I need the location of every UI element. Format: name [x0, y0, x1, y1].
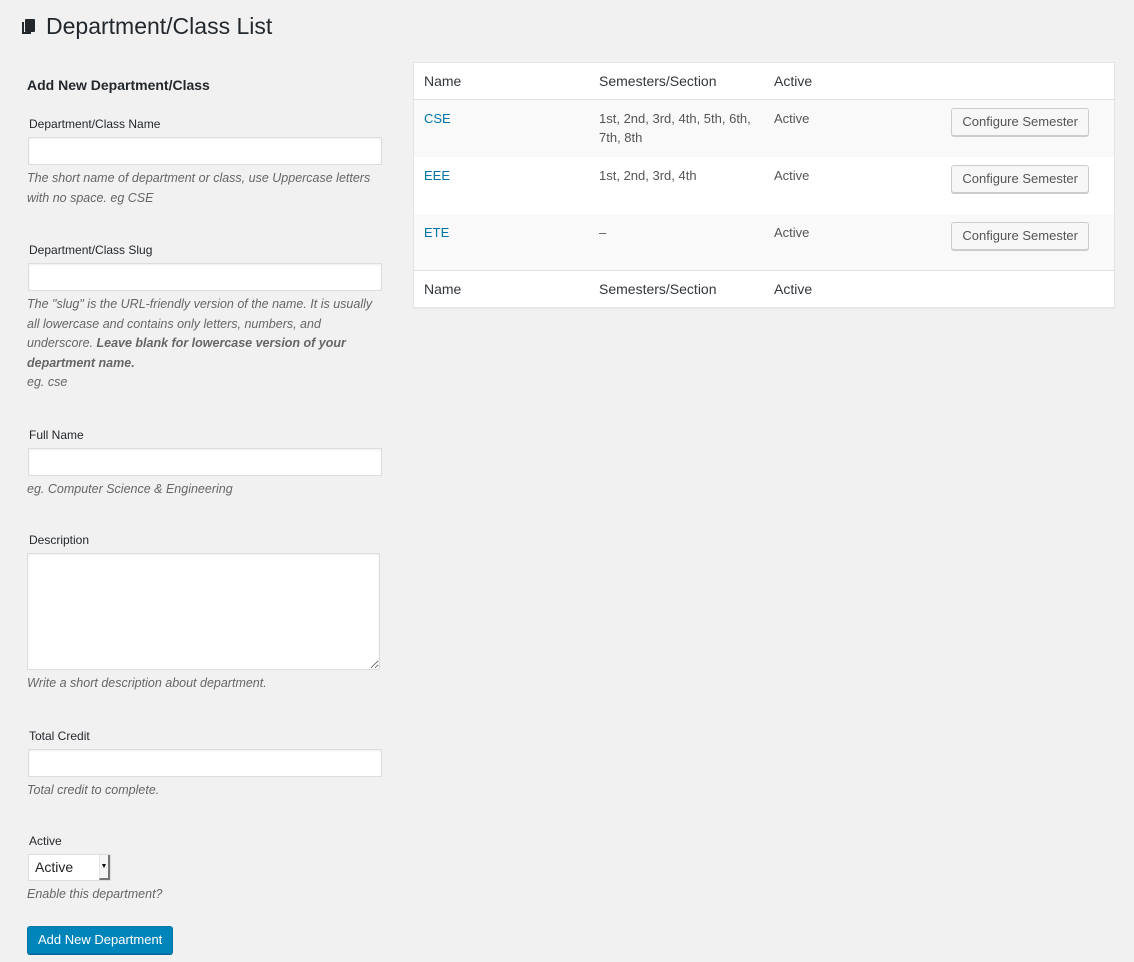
field-slug: Department/Class Slug The "slug" is the …	[27, 242, 387, 393]
table-row: ETE – Active Configure Semester	[414, 213, 1114, 271]
description-textarea[interactable]	[27, 553, 380, 670]
footer-header-actions	[884, 270, 1114, 307]
add-department-form: Add New Department/Class Department/Clas…	[27, 72, 387, 954]
table-footer-row: Name Semesters/Section Active	[414, 270, 1114, 307]
configure-semester-button[interactable]: Configure Semester	[951, 164, 1089, 193]
active-label: Active	[29, 834, 62, 848]
name-label: Department/Class Name	[29, 117, 161, 131]
department-link[interactable]: ETE	[424, 225, 449, 240]
field-full-name: Full Name eg. Computer Science & Enginee…	[27, 427, 387, 500]
active-help: Enable this department?	[27, 887, 163, 901]
department-link[interactable]: EEE	[424, 168, 450, 183]
department-link[interactable]: CSE	[424, 111, 451, 126]
row-active: Active	[774, 167, 810, 183]
row-actions: Configure Semester	[884, 157, 1114, 214]
row-name-cell: EEE	[414, 157, 589, 214]
configure-semester-button[interactable]: Configure Semester	[951, 108, 1089, 136]
admin-page-icon	[22, 19, 36, 35]
description-help: Write a short description about departme…	[27, 676, 267, 690]
full-name-help: eg. Computer Science & Engineering	[27, 481, 233, 496]
footer-header-active: Active	[764, 270, 884, 307]
row-semesters: 1st, 2nd, 3rd, 4th	[599, 167, 697, 183]
form-heading: Add New Department/Class	[27, 77, 210, 93]
slug-help-example: eg. cse	[27, 375, 68, 389]
full-name-input[interactable]	[28, 447, 382, 476]
footer-header-semesters: Semesters/Section	[589, 270, 764, 307]
row-actions: Configure Semester	[884, 100, 1114, 157]
total-credit-input[interactable]	[28, 748, 382, 777]
page-title: Department/Class List	[46, 13, 273, 39]
chevron-down-icon: ▼	[99, 855, 110, 880]
row-semesters: 1st, 2nd, 3rd, 4th, 5th, 6th, 7th, 8th	[599, 111, 751, 145]
field-active: Active Active ▼ Enable this department?	[27, 833, 387, 905]
row-active: Active	[774, 111, 810, 126]
total-credit-label: Total Credit	[29, 728, 90, 743]
add-new-department-button[interactable]: Add New Department	[27, 925, 174, 954]
page-header: Department/Class List	[22, 10, 272, 42]
column-header-actions	[884, 63, 1114, 100]
department-slug-input[interactable]	[28, 263, 382, 291]
footer-header-name[interactable]: Name	[414, 270, 589, 307]
submit-row: Add New Department	[27, 925, 387, 954]
row-active: Active	[774, 224, 810, 240]
field-total-credit: Total Credit Total credit to complete.	[27, 728, 387, 801]
full-name-label: Full Name	[29, 427, 84, 442]
configure-semester-button[interactable]: Configure Semester	[951, 221, 1089, 250]
table-row: EEE 1st, 2nd, 3rd, 4th Active Configure …	[414, 157, 1114, 214]
slug-label: Department/Class Slug	[29, 243, 153, 257]
active-select-value: Active	[35, 859, 74, 875]
table-row: CSE 1st, 2nd, 3rd, 4th, 5th, 6th, 7th, 8…	[414, 99, 1114, 157]
column-header-name[interactable]: Name	[414, 63, 589, 100]
row-actions: Configure Semester	[884, 214, 1114, 271]
active-select[interactable]: Active ▼	[28, 854, 111, 881]
row-name-cell: CSE	[414, 100, 589, 157]
name-help: The short name of department or class, u…	[27, 171, 371, 205]
row-semesters: –	[599, 224, 607, 240]
field-description: Description Write a short description ab…	[27, 532, 387, 694]
column-header-semesters: Semesters/Section	[589, 63, 764, 100]
total-credit-help: Total credit to complete.	[27, 782, 160, 797]
row-name-cell: ETE	[414, 214, 589, 271]
column-header-active: Active	[764, 63, 884, 100]
slug-help: The "slug" is the URL-friendly version o…	[27, 295, 387, 393]
department-table: Name Semesters/Section Active CSE 1st, 2…	[413, 62, 1115, 308]
table-header-row: Name Semesters/Section Active	[414, 63, 1114, 100]
description-label: Description	[29, 533, 90, 547]
department-name-input[interactable]	[28, 137, 382, 165]
field-name: Department/Class Name The short name of …	[27, 116, 387, 208]
